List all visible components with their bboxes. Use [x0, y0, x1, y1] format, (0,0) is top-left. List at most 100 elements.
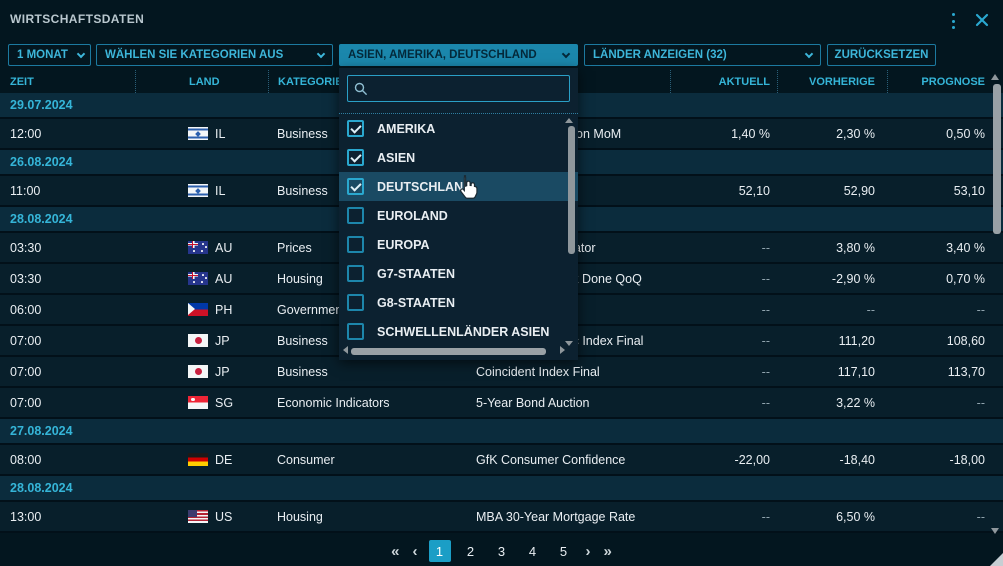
date-label: 28.08.2024 — [10, 481, 73, 495]
cell-country: DE — [135, 453, 268, 467]
country-flag-au-icon — [188, 241, 208, 254]
resize-handle[interactable] — [990, 553, 1003, 566]
cell-forecast: -- — [887, 510, 985, 524]
cell-forecast: 53,10 — [887, 184, 985, 198]
cell-time: 11:00 — [0, 184, 135, 198]
dropdown-search-box[interactable] — [347, 75, 570, 102]
country-code: JP — [215, 365, 230, 379]
page-button-5[interactable]: 5 — [553, 540, 575, 562]
date-row: 27.08.2024 — [0, 419, 1003, 445]
cell-event: Coincident Index Final — [476, 365, 670, 379]
dropdown-scroll-up-icon[interactable] — [565, 118, 573, 123]
cell-forecast: -18,00 — [887, 453, 985, 467]
country-flag-il-icon — [188, 184, 208, 197]
kebab-menu-icon[interactable] — [946, 13, 960, 29]
prev-page-button[interactable]: ‹ — [411, 543, 420, 560]
dropdown-option-asien[interactable]: ASIEN — [339, 143, 578, 172]
reset-button[interactable]: ZURÜCKSETZEN — [827, 44, 936, 66]
dropdown-option-europa[interactable]: EUROPA — [339, 230, 578, 259]
last-page-button[interactable]: » — [602, 543, 614, 560]
cell-country: JP — [135, 334, 268, 348]
regions-dropdown[interactable]: ASIEN, AMERIKA, DEUTSCHLAND — [339, 44, 578, 66]
checkbox-unchecked-icon[interactable] — [347, 265, 364, 282]
chevron-down-icon — [317, 49, 325, 57]
page-button-1[interactable]: 1 — [429, 540, 451, 562]
country-flag-ph-icon — [188, 303, 208, 316]
option-label: EUROPA — [377, 238, 430, 252]
cell-actual: -- — [670, 510, 777, 524]
table-row[interactable]: 13:00USHousingMBA 30-Year Mortgage Rate-… — [0, 502, 1003, 533]
dropdown-option-list: AMERIKA ASIEN DEUTSCHLAND EUROLAND EUROPA G7-… — [339, 114, 578, 346]
dropdown-option-deutschland[interactable]: DEUTSCHLAND — [339, 172, 578, 201]
cell-actual: 1,40 % — [670, 127, 777, 141]
table-row[interactable]: 07:00JPBusinessCoincident Index Final--1… — [0, 357, 1003, 388]
cell-previous: -18,40 — [777, 453, 887, 467]
cell-forecast: 3,40 % — [887, 241, 985, 255]
cell-previous: -2,90 % — [777, 272, 887, 286]
table-row[interactable]: 07:00SGEconomic Indicators5-Year Bond Au… — [0, 388, 1003, 419]
cell-category: Economic Indicators — [268, 396, 476, 410]
cell-previous: 3,22 % — [777, 396, 887, 410]
checkbox-unchecked-icon[interactable] — [347, 236, 364, 253]
country-code: JP — [215, 334, 230, 348]
regions-dropdown-label: ASIEN, AMERIKA, DEUTSCHLAND — [348, 49, 537, 61]
page-button-4[interactable]: 4 — [522, 540, 544, 562]
checkbox-unchecked-icon[interactable] — [347, 323, 364, 340]
dropdown-vertical-scrollbar-thumb[interactable] — [568, 126, 575, 254]
cell-forecast: 0,70 % — [887, 272, 985, 286]
checkbox-unchecked-icon[interactable] — [347, 207, 364, 224]
checkbox-checked-icon[interactable] — [347, 149, 364, 166]
categories-dropdown[interactable]: WÄHLEN SIE KATEGORIEN AUS — [96, 44, 333, 66]
dropdown-scroll-right-icon[interactable] — [560, 346, 565, 354]
option-label: SCHWELLENLÄNDER ASIEN — [377, 325, 549, 339]
column-header-zeit: ZEIT — [0, 70, 135, 93]
country-flag-jp-icon — [188, 334, 208, 347]
table-row[interactable]: 08:00DEConsumerGfK Consumer Confidence-2… — [0, 445, 1003, 476]
cell-category: Housing — [268, 510, 476, 524]
option-label: G7-STAATEN — [377, 267, 455, 281]
chevron-down-icon — [562, 49, 570, 57]
country-code: IL — [215, 184, 225, 198]
dropdown-option-schwellenl-nder-asien[interactable]: SCHWELLENLÄNDER ASIEN — [339, 317, 578, 346]
period-dropdown[interactable]: 1 MONAT — [8, 44, 91, 66]
next-page-button[interactable]: › — [584, 543, 593, 560]
cell-forecast: 0,50 % — [887, 127, 985, 141]
checkbox-checked-icon[interactable] — [347, 120, 364, 137]
dropdown-horizontal-scrollbar-thumb[interactable] — [351, 348, 546, 355]
page-button-3[interactable]: 3 — [491, 540, 513, 562]
checkbox-unchecked-icon[interactable] — [347, 294, 364, 311]
checkbox-checked-icon[interactable] — [347, 178, 364, 195]
option-label: EUROLAND — [377, 209, 448, 223]
page-button-2[interactable]: 2 — [460, 540, 482, 562]
search-input[interactable] — [373, 82, 553, 96]
date-label: 28.08.2024 — [10, 212, 73, 226]
dropdown-option-g7-staaten[interactable]: G7-STAATEN — [339, 259, 578, 288]
scroll-down-arrow-icon[interactable] — [991, 528, 999, 534]
column-header-land: LAND — [135, 70, 268, 93]
countries-dropdown[interactable]: LÄNDER ANZEIGEN (32) — [584, 44, 821, 66]
categories-dropdown-label: WÄHLEN SIE KATEGORIEN AUS — [105, 49, 283, 61]
country-code: US — [215, 510, 232, 524]
cell-previous: 52,90 — [777, 184, 887, 198]
option-label: DEUTSCHLAND — [377, 180, 472, 194]
option-label: AMERIKA — [377, 122, 435, 136]
date-label: 27.08.2024 — [10, 424, 73, 438]
scroll-up-arrow-icon[interactable] — [991, 74, 999, 80]
dropdown-option-euroland[interactable]: EUROLAND — [339, 201, 578, 230]
dropdown-option-g8-staaten[interactable]: G8-STAATEN — [339, 288, 578, 317]
vertical-scrollbar-thumb[interactable] — [993, 84, 1001, 234]
country-code: AU — [215, 272, 232, 286]
close-icon[interactable] — [974, 12, 990, 28]
cell-time: 12:00 — [0, 127, 135, 141]
cell-actual: -- — [670, 241, 777, 255]
first-page-button[interactable]: « — [389, 543, 401, 560]
dropdown-scroll-down-icon[interactable] — [565, 341, 573, 346]
column-header-aktuell: AKTUELL — [670, 70, 777, 93]
dropdown-scroll-left-icon[interactable] — [343, 346, 348, 354]
cell-event: 5-Year Bond Auction — [476, 396, 670, 410]
country-flag-de-icon — [188, 453, 208, 466]
period-dropdown-label: 1 MONAT — [17, 49, 68, 61]
page-title: WIRTSCHAFTSDATEN — [10, 12, 144, 26]
dropdown-option-amerika[interactable]: AMERIKA — [339, 114, 578, 143]
cell-event: MBA 30-Year Mortgage Rate — [476, 510, 670, 524]
